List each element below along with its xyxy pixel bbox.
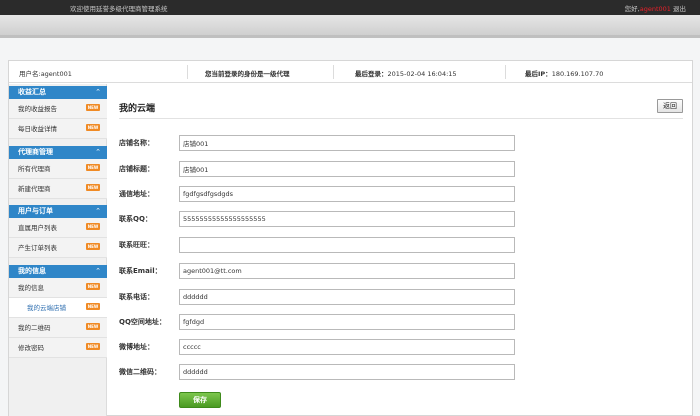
sidebar-item-my-cloud-store[interactable]: 我的云端店铺 NEW [9, 298, 107, 318]
new-badge: NEW [86, 124, 100, 131]
info-divider [187, 65, 188, 79]
chevron-up-icon: ⌃ [95, 88, 101, 96]
user-label: 用户名: [19, 70, 41, 78]
new-badge: NEW [86, 303, 100, 310]
sidebar-group-users-orders[interactable]: 用户与订单 ⌃ [9, 205, 107, 218]
chevron-up-icon: ⌃ [95, 267, 101, 275]
new-badge: NEW [86, 164, 100, 171]
new-badge: NEW [86, 223, 100, 230]
store-name-input[interactable] [179, 135, 515, 151]
last-login-label: 最后登录： [355, 70, 388, 78]
welcome-text: 欢迎使用延誉多级代理商管理系统 [70, 5, 168, 13]
store-title-input[interactable] [179, 161, 515, 177]
top-bar: 欢迎使用延誉多级代理商管理系统 您好,agent001 退出 [0, 0, 700, 15]
wangwang-input[interactable] [179, 237, 515, 253]
qq-input[interactable] [179, 211, 515, 227]
sidebar: 收益汇总 ⌃ 我的收益报告 NEW 每日收益详情 NEW 代理商管理 ⌃ 所有代理商 NE… [9, 84, 107, 416]
phone-input[interactable] [179, 289, 515, 305]
store-name-label: 店铺名称： [119, 139, 154, 147]
wechat-qrcode-label: 微信二维码： [119, 368, 161, 376]
phone-label: 联系电话： [119, 293, 154, 301]
new-badge: NEW [86, 243, 100, 250]
address-label: 通信地址： [119, 190, 154, 198]
sidebar-item-my-qrcode[interactable]: 我的二维码 NEW [9, 318, 107, 338]
last-login: 最后登录：2015-02-04 16:04:15 [355, 68, 457, 78]
new-badge: NEW [86, 283, 100, 290]
user-info: 用户名:agent001 [19, 68, 72, 78]
username-link[interactable]: agent001 [640, 5, 671, 13]
last-ip-value: 180.169.107.70 [551, 70, 604, 78]
content-area: 我的云端 返回 店铺名称： 店铺标题： 通信地址： 联系QQ： 联系旺旺： 联系… [108, 84, 692, 416]
sidebar-group-earnings[interactable]: 收益汇总 ⌃ [9, 86, 107, 99]
chevron-up-icon: ⌃ [95, 207, 101, 215]
save-button[interactable]: 保存 [179, 392, 221, 408]
sidebar-item-new-agent[interactable]: 新建代理商 NEW [9, 179, 107, 199]
wangwang-label: 联系旺旺： [119, 241, 154, 249]
address-input[interactable] [179, 186, 515, 202]
banner-shadow [0, 35, 700, 38]
qq-label: 联系QQ： [119, 215, 152, 223]
last-ip-label: 最后IP： [525, 70, 552, 78]
new-badge: NEW [86, 184, 100, 191]
sidebar-item-my-info[interactable]: 我的信息 NEW [9, 278, 107, 298]
sidebar-item-daily-earnings[interactable]: 每日收益详情 NEW [9, 119, 107, 139]
sidebar-item-all-agents[interactable]: 所有代理商 NEW [9, 159, 107, 179]
page-title: 我的云端 [119, 104, 156, 114]
email-input[interactable] [179, 263, 515, 279]
role-text: 您当前登录的身份是一级代理 [205, 70, 290, 78]
logout-link[interactable]: 退出 [673, 5, 686, 13]
info-divider [333, 65, 334, 79]
sidebar-group-my-info[interactable]: 我的信息 ⌃ [9, 265, 107, 278]
info-divider [505, 65, 506, 79]
new-badge: NEW [86, 323, 100, 330]
user-box: 您好,agent001 退出 [625, 3, 686, 13]
info-bar: 用户名:agent001 您当前登录的身份是一级代理 最后登录：2015-02-… [9, 61, 692, 83]
user-value: agent001 [40, 70, 72, 78]
title-divider [119, 118, 683, 119]
store-title-label: 店铺标题： [119, 165, 154, 173]
sidebar-group-agents[interactable]: 代理商管理 ⌃ [9, 146, 107, 159]
sidebar-item-orders[interactable]: 产生订单列表 NEW [9, 238, 107, 258]
wechat-qrcode-input[interactable] [179, 364, 515, 380]
sidebar-item-direct-users[interactable]: 直属用户列表 NEW [9, 218, 107, 238]
back-button[interactable]: 返回 [657, 99, 683, 113]
new-badge: NEW [86, 104, 100, 111]
last-ip: 最后IP：180.169.107.70 [525, 68, 603, 78]
sidebar-item-change-password[interactable]: 修改密码 NEW [9, 338, 107, 358]
greeting-text: 您好, [624, 5, 640, 13]
banner-band [0, 15, 700, 35]
new-badge: NEW [86, 343, 100, 350]
sidebar-item-earnings-report[interactable]: 我的收益报告 NEW [9, 99, 107, 119]
last-login-value: 2015-02-04 16:04:15 [387, 70, 457, 78]
email-label: 联系Email： [119, 267, 162, 275]
weibo-input[interactable] [179, 339, 515, 355]
qzone-input[interactable] [179, 314, 515, 330]
weibo-label: 微博地址： [119, 343, 154, 351]
qzone-label: QQ空间地址： [119, 318, 166, 326]
chevron-up-icon: ⌃ [95, 148, 101, 156]
main-panel: 用户名:agent001 您当前登录的身份是一级代理 最后登录：2015-02-… [8, 60, 693, 416]
